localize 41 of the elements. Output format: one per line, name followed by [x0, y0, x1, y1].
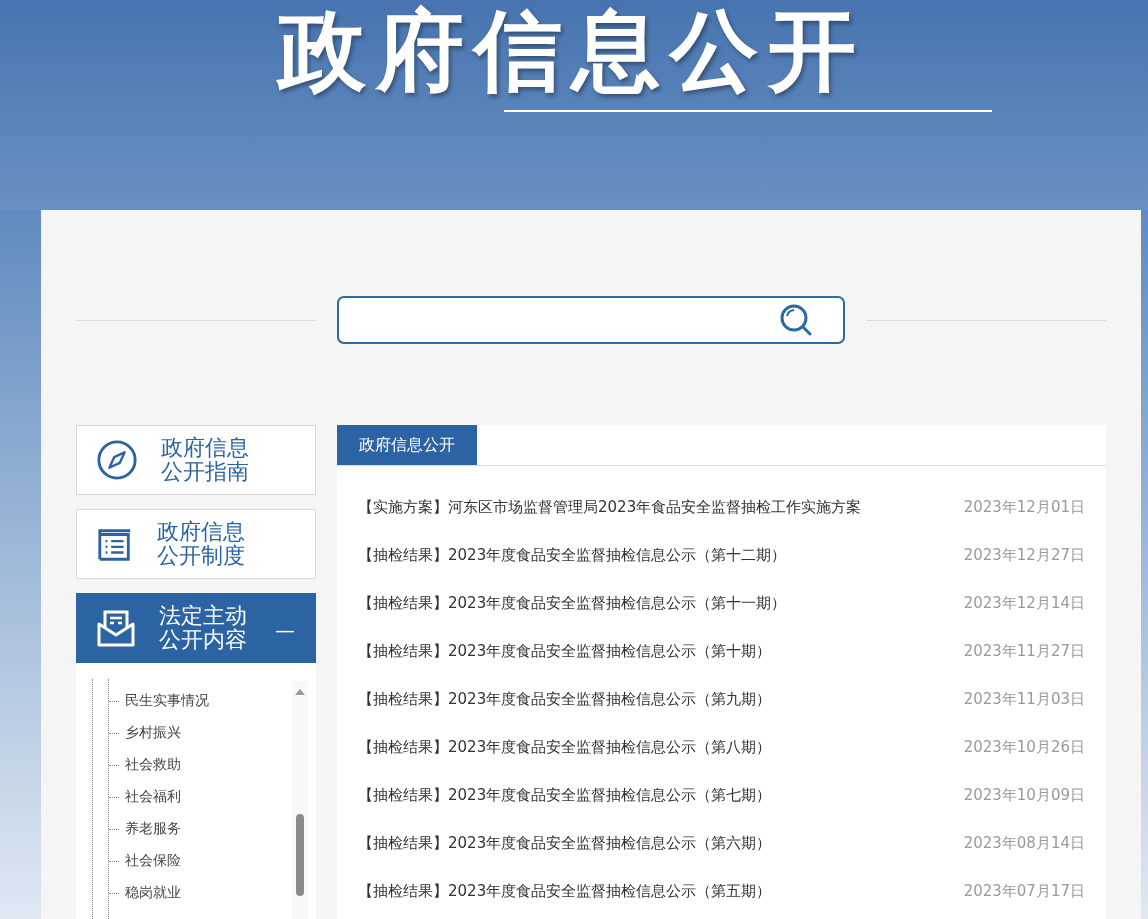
sidebar-nav-item[interactable]: 政府信息 公开指南 [76, 425, 316, 495]
article-date: 2023年11月27日 [963, 641, 1085, 661]
article-link[interactable]: 【实施方案】河东区市场监督管理局2023年食品安全监督抽检工作实施方案 [358, 497, 862, 517]
page-title: 政府信息公开 [278, 0, 866, 102]
article-date: 2023年08月14日 [963, 833, 1085, 853]
article-date: 2023年07月17日 [963, 881, 1085, 901]
article-link[interactable]: 【抽检结果】2023年度食品安全监督抽检信息公示（第十二期） [358, 545, 787, 565]
tree-item[interactable]: 养老服务 [125, 820, 181, 838]
article-date: 2023年10月09日 [963, 785, 1085, 805]
scroll-up-icon[interactable] [295, 689, 305, 695]
section-tab[interactable]: 政府信息公开 [337, 425, 477, 465]
search-icon[interactable] [779, 303, 813, 337]
article-link[interactable]: 【抽检结果】2023年度食品安全监督抽检信息公示（第六期） [358, 833, 772, 853]
scrollbar[interactable] [292, 681, 308, 919]
article-date: 2023年12月14日 [963, 593, 1085, 613]
sidebar-nav-item[interactable]: 政府信息 公开制度 [76, 509, 316, 579]
nav-label: 法定主动 公开内容 [159, 604, 247, 652]
scrollbar-thumb[interactable] [296, 814, 304, 896]
collapse-toggle[interactable]: — [275, 620, 295, 640]
envelope-icon [96, 608, 136, 648]
nav-label: 政府信息 公开制度 [157, 520, 245, 568]
compass-icon [96, 439, 138, 481]
article-link[interactable]: 【抽检结果】2023年度食品安全监督抽检信息公示（第九期） [358, 689, 772, 709]
tree-item[interactable]: 民生实事情况 [125, 692, 209, 710]
article-date: 2023年12月27日 [963, 545, 1085, 565]
article-link[interactable]: 【抽检结果】2023年度食品安全监督抽检信息公示（第十一期） [358, 593, 787, 613]
article-link[interactable]: 【抽检结果】2023年度食品安全监督抽检信息公示（第十期） [358, 641, 772, 661]
nav-label: 政府信息 公开指南 [161, 436, 249, 484]
sidebar-nav-item[interactable]: 法定主动 公开内容 — [76, 593, 316, 663]
tree-item[interactable]: 稳岗就业 [125, 884, 181, 902]
article-date: 2023年11月03日 [963, 689, 1085, 709]
tree-item[interactable]: 社会救助 [125, 756, 181, 774]
tree-item[interactable]: 社会福利 [125, 788, 181, 806]
article-link[interactable]: 【抽检结果】2023年度食品安全监督抽检信息公示（第八期） [358, 737, 772, 757]
tree-item[interactable]: 社会保险 [125, 852, 181, 870]
article-date: 2023年10月26日 [963, 737, 1085, 757]
article-date: 2023年12月01日 [963, 497, 1085, 517]
search-field[interactable] [337, 296, 845, 344]
tree-item[interactable]: 乡村振兴 [125, 724, 181, 742]
article-link[interactable]: 【抽检结果】2023年度食品安全监督抽检信息公示（第七期） [358, 785, 772, 805]
article-link[interactable]: 【抽检结果】2023年度食品安全监督抽检信息公示（第五期） [358, 881, 772, 901]
